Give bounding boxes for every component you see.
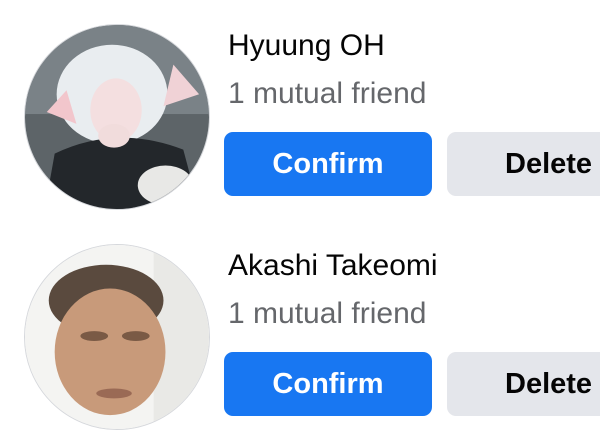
mutual-friends-count[interactable]: 1 mutual friend xyxy=(228,76,426,112)
delete-button[interactable]: Delete xyxy=(447,132,600,196)
avatar[interactable] xyxy=(24,24,210,210)
avatar-photo xyxy=(25,245,209,429)
confirm-button[interactable]: Confirm xyxy=(224,352,432,416)
friend-request-item: Hyuung OH 1 mutual friend Confirm Delete xyxy=(0,0,600,210)
friend-name[interactable]: Hyuung OH xyxy=(228,28,385,64)
avatar-photo xyxy=(25,25,209,209)
avatar[interactable] xyxy=(24,244,210,430)
mutual-friends-count[interactable]: 1 mutual friend xyxy=(228,296,426,332)
confirm-button[interactable]: Confirm xyxy=(224,132,432,196)
friend-name[interactable]: Akashi Takeomi xyxy=(228,248,438,284)
delete-button[interactable]: Delete xyxy=(447,352,600,416)
friend-request-item: Akashi Takeomi 1 mutual friend Confirm D… xyxy=(0,220,600,430)
